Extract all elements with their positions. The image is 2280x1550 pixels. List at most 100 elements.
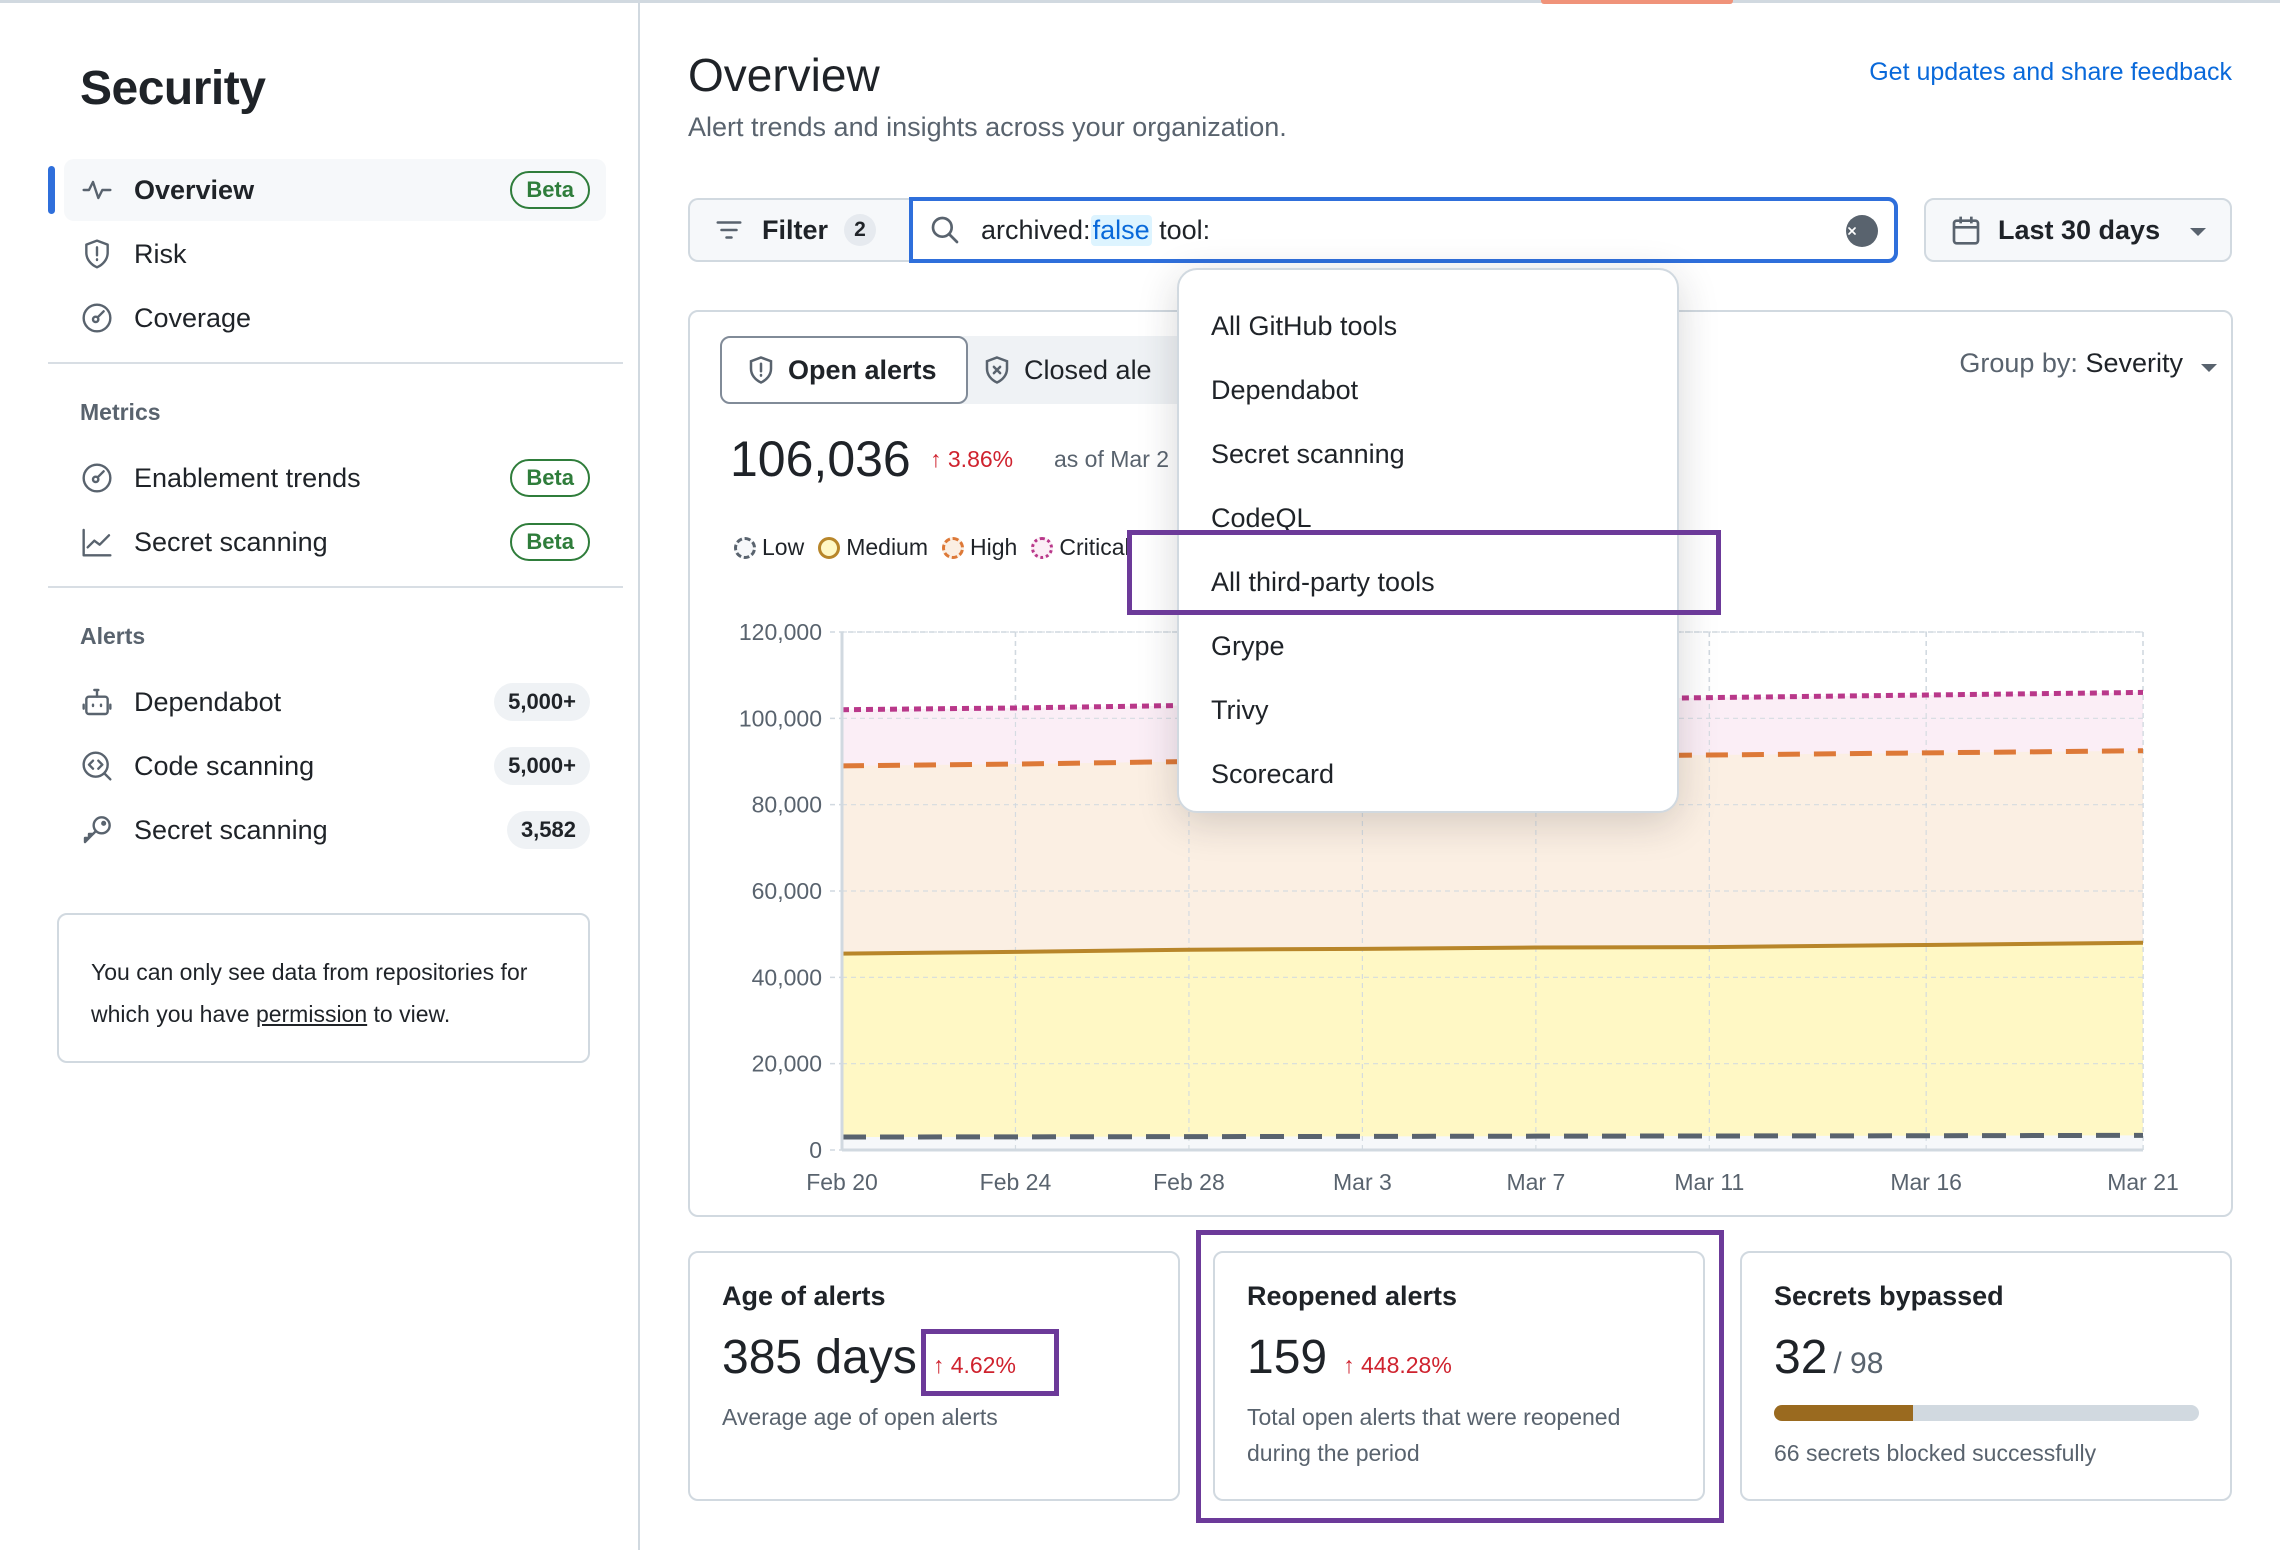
legend-item-medium[interactable]: Medium — [818, 534, 928, 561]
dropdown-option[interactable]: All GitHub tools — [1179, 294, 1677, 358]
x-tick-label: Mar 11 — [1674, 1169, 1744, 1192]
key-icon — [80, 813, 114, 847]
dropdown-option[interactable]: Trivy — [1179, 678, 1677, 742]
stat-value: 385 days — [722, 1331, 917, 1384]
dropdown-option[interactable]: Grype — [1179, 614, 1677, 678]
sidebar-item-label: Secret scanning — [134, 814, 328, 845]
dropdown-option[interactable]: Secret scanning — [1179, 422, 1677, 486]
meter-icon — [80, 301, 114, 335]
chevron-down-icon — [2201, 364, 2217, 372]
x-tick-label: Mar 16 — [1890, 1169, 1962, 1192]
sidebar-item-secret-scanning-metrics[interactable]: Secret scanning Beta — [64, 511, 606, 573]
chart-legend: Low Medium High Critical — [734, 534, 1144, 561]
legend-swatch — [1031, 536, 1054, 559]
clear-search-button[interactable] — [1846, 215, 1878, 247]
dropdown-option[interactable]: Dependabot — [1179, 358, 1677, 422]
group-by-label: Group by: — [1959, 348, 2078, 378]
sidebar-item-code-scanning[interactable]: Code scanning 5,000+ — [64, 735, 606, 797]
filter-count: 2 — [844, 214, 877, 246]
legend-swatch — [942, 536, 965, 559]
progress-fill — [1774, 1405, 1913, 1421]
filter-label: Filter — [762, 214, 829, 245]
stat-value: 159 — [1247, 1331, 1328, 1384]
y-tick-label: 20,000 — [752, 1051, 822, 1077]
x-tick-label: Feb 28 — [1153, 1169, 1225, 1192]
legend-swatch — [734, 536, 756, 559]
sidebar: Security Overview Beta Risk Coverage Met… — [0, 3, 640, 1550]
shield-alert-icon — [80, 237, 114, 271]
count-badge: 5,000+ — [494, 747, 590, 785]
y-tick-label: 120,000 — [739, 619, 822, 645]
stat-description: 66 secrets blocked successfully — [1774, 1440, 2097, 1466]
date-range-select[interactable]: Last 30 days — [1924, 198, 2232, 262]
tab-closed-alerts[interactable]: Closed ale — [982, 336, 1152, 404]
permission-notice: You can only see data from repositories … — [57, 913, 590, 1063]
date-range-label: Last 30 days — [1998, 214, 2161, 245]
beta-badge: Beta — [510, 171, 590, 209]
dropdown-option[interactable]: All third-party tools — [1179, 550, 1677, 614]
sidebar-item-risk[interactable]: Risk — [64, 223, 606, 285]
stat-card-secrets-bypassed: Secrets bypassed 32 / 98 66 secrets bloc… — [1740, 1251, 2232, 1501]
x-tick-label: Feb 20 — [806, 1169, 878, 1192]
feedback-link[interactable]: Get updates and share feedback — [1869, 58, 2232, 87]
legend-label: Medium — [846, 534, 929, 560]
query-rest: tool: — [1151, 214, 1211, 245]
y-tick-label: 100,000 — [739, 705, 822, 731]
stat-card-age-of-alerts: Age of alerts 385 days ↑ 4.62% Average a… — [688, 1251, 1180, 1501]
legend-label: High — [970, 534, 1018, 560]
tab-label: Closed ale — [1024, 354, 1152, 385]
sidebar-item-dependabot[interactable]: Dependabot 5,000+ — [64, 671, 606, 733]
stat-description: Average age of open alerts — [722, 1404, 998, 1430]
filter-button[interactable]: Filter 2 — [688, 198, 912, 262]
divider — [48, 586, 623, 588]
count-badge: 3,582 — [506, 811, 590, 849]
total-alerts: 106,036 — [730, 431, 911, 487]
calendar-icon — [1952, 216, 1980, 245]
stat-title: Age of alerts — [722, 1281, 886, 1311]
y-tick-label: 0 — [809, 1137, 822, 1163]
legend-label: Low — [762, 534, 805, 560]
code-scan-icon — [80, 749, 114, 783]
stat-trend: ↑ 4.62% — [932, 1352, 1016, 1378]
meter-icon — [80, 461, 114, 495]
dropdown-option[interactable]: Scorecard — [1179, 742, 1677, 806]
legend-item-critical[interactable]: Critical — [1031, 534, 1130, 561]
stat-value: 32 — [1774, 1331, 1828, 1384]
dropdown-option[interactable]: CodeQL — [1179, 486, 1677, 550]
legend-label: Critical — [1059, 534, 1130, 560]
group-by-value: Severity — [2085, 348, 2183, 378]
filter-icon — [716, 221, 742, 239]
as-of-date: as of Mar 2 — [1054, 446, 1170, 472]
tab-label: Open alerts — [788, 354, 937, 385]
close-icon — [1848, 227, 1856, 235]
stat-description: Total open alerts that were reopened dur… — [1247, 1404, 1621, 1466]
loading-indicator — [1541, 0, 1733, 4]
sidebar-item-coverage[interactable]: Coverage — [64, 287, 606, 349]
legend-swatch — [818, 536, 841, 559]
graph-icon — [80, 525, 114, 559]
page-subtitle: Alert trends and insights across your or… — [688, 112, 1287, 142]
sidebar-item-label: Code scanning — [134, 750, 315, 781]
pulse-icon — [80, 173, 114, 207]
metrics-heading: Metrics — [80, 399, 161, 425]
count-badge: 5,000+ — [494, 683, 590, 721]
query-key: archived: — [981, 214, 1091, 245]
active-indicator — [48, 166, 55, 214]
permission-link[interactable]: permission — [256, 1001, 367, 1027]
sidebar-item-enablement-trends[interactable]: Enablement trends Beta — [64, 447, 606, 509]
legend-item-high[interactable]: High — [942, 534, 1017, 561]
sidebar-item-secret-scanning-alerts[interactable]: Secret scanning 3,582 — [64, 799, 606, 861]
shield-x-icon — [985, 356, 1009, 384]
tab-open-alerts[interactable]: Open alerts — [720, 336, 968, 404]
x-tick-label: Mar 3 — [1333, 1169, 1392, 1192]
sidebar-item-label: Risk — [134, 238, 187, 269]
search-input[interactable]: archived: false tool: — [909, 197, 1898, 263]
beta-badge: Beta — [510, 459, 590, 497]
divider — [48, 362, 623, 364]
y-tick-label: 60,000 — [752, 878, 822, 904]
group-by-select[interactable]: Group by: Severity — [1959, 348, 2217, 379]
alerts-heading: Alerts — [80, 623, 146, 649]
sidebar-item-overview[interactable]: Overview Beta — [64, 159, 606, 221]
x-tick-label: Mar 7 — [1506, 1169, 1565, 1192]
legend-item-low[interactable]: Low — [734, 534, 804, 561]
